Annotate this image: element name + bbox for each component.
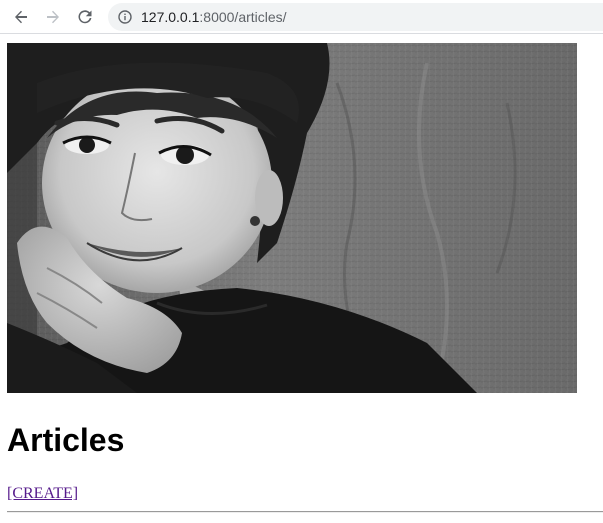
page-title: Articles [7, 422, 125, 458]
arrow-left-icon [15, 10, 27, 24]
url-path: :8000/articles/ [199, 9, 287, 25]
back-button[interactable] [9, 5, 33, 29]
address-bar[interactable]: 127.0.0.1:8000/articles/ [108, 3, 603, 31]
page-content: Articles [CREATE] [0, 34, 603, 523]
browser-toolbar: 127.0.0.1:8000/articles/ [0, 0, 603, 34]
horizontal-divider [7, 511, 603, 513]
arrow-right-icon [47, 10, 59, 24]
reload-icon [78, 10, 92, 24]
create-link[interactable]: [CREATE] [7, 484, 78, 504]
portrait-image [7, 43, 577, 393]
reload-button[interactable] [73, 5, 97, 29]
url-text[interactable]: 127.0.0.1:8000/articles/ [141, 3, 287, 31]
portrait-photo [7, 43, 577, 393]
forward-button[interactable] [41, 5, 65, 29]
url-host: 127.0.0.1 [141, 9, 200, 25]
info-circle-icon[interactable] [118, 10, 132, 24]
